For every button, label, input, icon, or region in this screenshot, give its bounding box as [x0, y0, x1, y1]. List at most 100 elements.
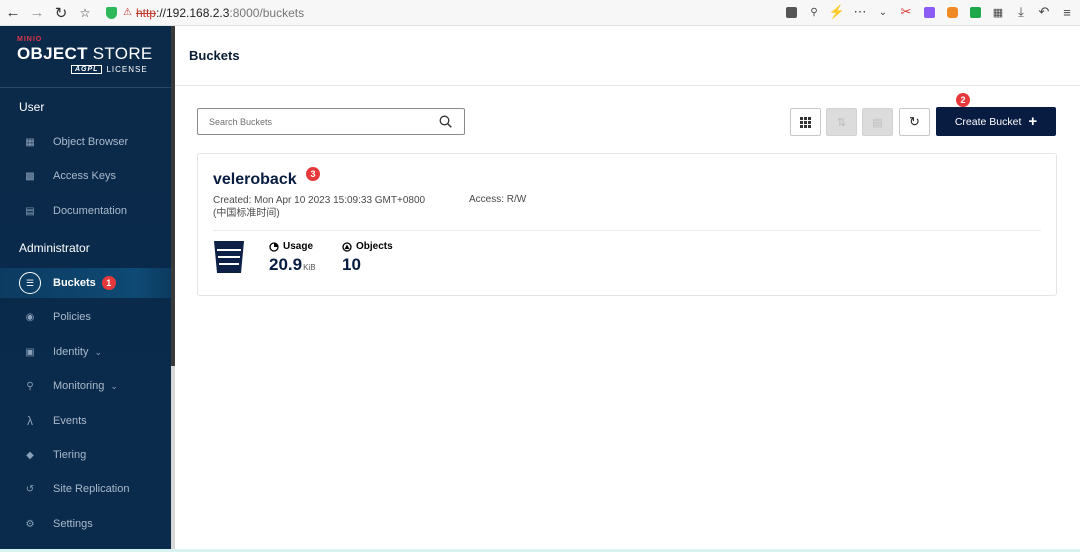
insecure-icon: ⚠ — [123, 7, 132, 18]
identity-icon: ▣ — [25, 346, 35, 358]
sidebar-item-tiering[interactable]: ◆ Tiering — [0, 440, 171, 470]
download-icon[interactable]: ⤓ — [1014, 4, 1028, 20]
minio-logo[interactable]: MINIO OBJECT STORE AGPL LICENSE — [17, 36, 153, 74]
more-icon[interactable]: ⋯ — [853, 4, 867, 20]
sidebar-item-policies[interactable]: ◉ Policies — [0, 302, 171, 332]
sidebar-item-monitoring[interactable]: ⚲ Monitoring ⌄ — [0, 371, 171, 401]
annotation-badge: 1 — [101, 276, 116, 290]
replication-icon: ↺ — [25, 483, 35, 495]
forward-icon[interactable]: → — [26, 2, 48, 24]
extension-green-icon[interactable] — [968, 4, 982, 20]
bucket-access: Access: R/W — [469, 194, 527, 205]
shield-icon — [106, 6, 117, 19]
objects-label: Objects — [342, 241, 393, 252]
annotation-badge: 2 — [956, 93, 970, 107]
section-administrator: Administrator — [19, 241, 90, 255]
sidebar-item-site-replication[interactable]: ↺ Site Replication — [0, 474, 171, 504]
section-user: User — [19, 100, 45, 114]
grid-icon[interactable]: ▦ — [991, 4, 1005, 20]
logo-title-light: STORE — [87, 44, 153, 63]
objects-label-text: Objects — [356, 241, 393, 252]
browser-toolbar: ← → ↻ ☆ ⚠ http://192.168.2.3:8000/bucket… — [0, 0, 1080, 26]
documentation-icon: ▤ — [25, 205, 35, 217]
sidebar-item-label: Tiering — [53, 449, 87, 461]
reload-icon[interactable]: ↻ — [50, 2, 72, 24]
sidebar: MINIO OBJECT STORE AGPL LICENSE User ▦ O… — [0, 26, 171, 552]
lightning-icon[interactable]: ⚡ — [829, 4, 845, 20]
url-path: :8000/buckets — [229, 5, 305, 20]
sidebar-item-access-keys[interactable]: ▩ Access Keys — [0, 161, 171, 191]
page-header: Buckets — [175, 26, 1080, 86]
usage-stat: Usage 20.9KiB — [269, 241, 316, 275]
annotation-badge: 3 — [306, 167, 320, 181]
objects-value: 10 — [342, 255, 361, 274]
scissors-icon[interactable]: ✂ — [899, 4, 913, 20]
sidebar-item-object-browser[interactable]: ▦ Object Browser — [0, 127, 171, 157]
replication-button[interactable]: ⇅ — [826, 108, 857, 136]
sidebar-item-identity[interactable]: ▣ Identity ⌄ — [0, 337, 171, 367]
grid-icon — [800, 116, 811, 128]
plus-icon: + — [1028, 113, 1038, 130]
create-bucket-label: Create Bucket — [954, 115, 1022, 128]
card-divider — [213, 230, 1041, 231]
menu-icon[interactable]: ≡ — [1060, 4, 1074, 20]
sidebar-item-label: Identity — [53, 346, 89, 358]
sidebar-item-documentation[interactable]: ▤ Documentation — [0, 196, 171, 226]
extension-purple-icon[interactable] — [922, 4, 936, 20]
chevron-down-icon[interactable]: ⌄ — [876, 4, 890, 20]
url-host: ://192.168.2.3 — [155, 5, 230, 20]
sidebar-item-label: Policies — [53, 311, 91, 323]
sidebar-item-label: Object Browser — [53, 136, 129, 148]
bucket-created: Created: Mon Apr 10 2023 15:09:33 GMT+08… — [213, 194, 425, 220]
page-title: Buckets — [189, 48, 240, 63]
logo-license: AGPL LICENSE — [71, 65, 153, 74]
search-box[interactable] — [197, 108, 465, 135]
bucket-icon: ☰ — [19, 272, 41, 294]
bucket-card[interactable]: veleroback 3 Created: Mon Apr 10 2023 15… — [197, 153, 1057, 296]
sidebar-item-buckets[interactable]: ☰ Buckets 1 — [0, 268, 171, 298]
sidebar-item-label: Access Keys — [53, 170, 116, 182]
logo-title-bold: OBJECT — [17, 44, 88, 63]
create-bucket-button[interactable]: Create Bucket + — [936, 107, 1056, 136]
created-date: Created: Mon Apr 10 2023 15:09:33 GMT+08… — [213, 195, 426, 206]
refresh-icon: ↻ — [909, 114, 920, 129]
search-input[interactable] — [198, 109, 438, 134]
usage-value: 20.9KiB — [269, 255, 316, 275]
fox-icon[interactable] — [945, 4, 959, 20]
chevron-down-icon: ⌄ — [94, 346, 103, 357]
list-view-button[interactable] — [790, 108, 821, 136]
search-icon[interactable] — [439, 115, 452, 128]
sidebar-item-events[interactable]: λ Events — [0, 406, 171, 436]
logo-minio: MINIO — [17, 36, 43, 43]
sidebar-item-label: Events — [53, 415, 87, 427]
objects-icon — [342, 241, 352, 252]
sidebar-item-settings[interactable]: ⚙ Settings — [0, 509, 171, 539]
replication-icon: ⇅ — [836, 116, 847, 129]
undo-icon[interactable]: ↶ — [1037, 4, 1051, 20]
star-icon[interactable]: ☆ — [74, 2, 96, 24]
sidebar-item-label: Monitoring — [53, 380, 105, 392]
lifecycle-button[interactable]: ▤ — [862, 108, 893, 136]
address-bar[interactable]: ⚠ http://192.168.2.3:8000/buckets — [100, 2, 850, 24]
translate-icon[interactable] — [784, 4, 798, 20]
tiering-icon: ◆ — [26, 449, 34, 461]
logo-divider — [0, 87, 171, 88]
browser-extension-icons: ⚲ ⚡ ⋯ ⌄ ✂ ▦ ⤓ ↶ ≡ — [784, 4, 1074, 20]
usage-label: Usage — [269, 241, 316, 252]
pie-chart-icon — [269, 241, 279, 252]
objects-stat: Objects 10 — [342, 241, 393, 275]
key-icon[interactable]: ⚲ — [807, 4, 821, 20]
logo-title: OBJECT STORE — [17, 44, 153, 64]
chevron-down-icon: ⌄ — [110, 380, 118, 391]
bucket-name[interactable]: veleroback — [213, 171, 297, 189]
agpl-mark: AGPL — [71, 65, 103, 74]
sidebar-item-label: Buckets — [53, 277, 96, 289]
policies-icon: ◉ — [25, 311, 35, 323]
refresh-button[interactable]: ↻ — [899, 108, 930, 136]
back-icon[interactable]: ← — [2, 2, 24, 24]
sidebar-item-label: Documentation — [53, 205, 127, 217]
license-text: LICENSE — [106, 65, 148, 74]
usage-unit: KiB — [303, 263, 316, 272]
sidebar-item-label: Settings — [53, 518, 93, 530]
access-keys-icon: ▩ — [25, 170, 35, 182]
